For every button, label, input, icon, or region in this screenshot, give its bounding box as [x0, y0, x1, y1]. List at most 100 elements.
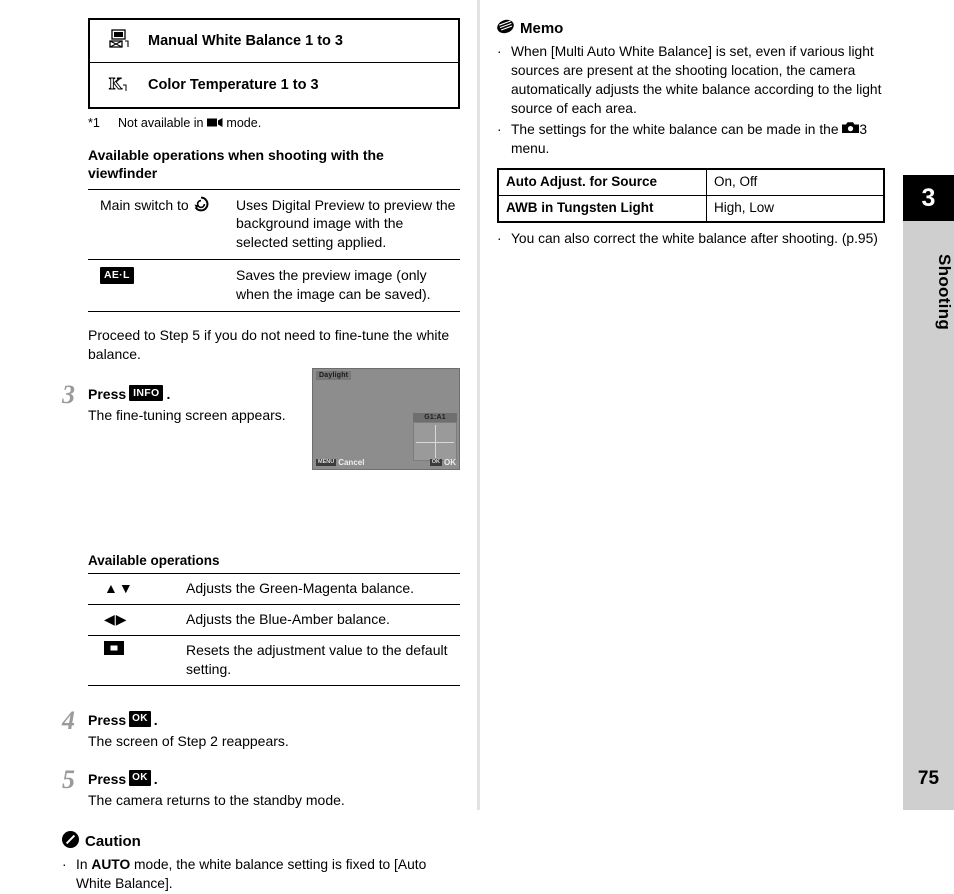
- svg-text:K: K: [109, 74, 123, 93]
- lcd-button-bar: MENU Cancel OK OK: [313, 458, 459, 467]
- table-row: Main switch to Uses Digital Preview to p…: [88, 189, 460, 260]
- wb-type-label: Color Temperature 1 to 3: [148, 77, 319, 93]
- table-row: AE·L Saves the preview image (only when …: [88, 260, 460, 312]
- bullet: ·: [497, 231, 502, 247]
- lcd-adjust-grid: [413, 422, 457, 461]
- page-number: 75: [917, 768, 940, 789]
- table-row: K Color Temperature 1 to 3: [89, 63, 459, 109]
- step-body: The screen of Step 2 reappears.: [88, 732, 289, 749]
- step-5: 5 Press OK . The camera returns to the s…: [62, 765, 462, 810]
- manual-page: Manual White Balance 1 to 3 K Color Temp…: [0, 0, 954, 891]
- digital-preview-dial-icon: [193, 196, 209, 217]
- ael-button-icon: AE·L: [100, 267, 134, 284]
- lcd-wb-mode-label: Daylight: [316, 371, 352, 380]
- bullet: ·: [497, 121, 502, 137]
- footnote-mark: *1: [88, 116, 100, 130]
- step-number: 3: [62, 379, 75, 409]
- table-row: Resets the adjustment value to the defau…: [88, 635, 460, 685]
- chapter-label: Shooting: [935, 253, 954, 331]
- operation-description: Resets the adjustment value to the defau…: [186, 641, 448, 677]
- camera-menu-icon: [842, 121, 860, 140]
- caution-list: · In AUTO mode, the white balance settin…: [62, 856, 462, 894]
- column-divider: [477, 0, 480, 810]
- manual-white-balance-icon: [89, 19, 138, 63]
- auto-mode-label: AUTO: [91, 857, 131, 873]
- caution-text: In AUTO mode, the white balance setting …: [76, 856, 462, 894]
- footnote-text: Not available in mode.: [118, 116, 262, 131]
- step-title-prefix: Press: [88, 711, 127, 728]
- bullet: ·: [497, 44, 502, 59]
- setting-values: High, Low: [706, 195, 885, 223]
- step-number: 4: [62, 705, 75, 735]
- list-item: · The settings for the white balance can…: [497, 121, 895, 159]
- left-right-arrows-icon: ◀▶: [88, 605, 186, 636]
- movie-mode-icon: [206, 117, 223, 131]
- memo-text-prefix: The settings for the white balance can b…: [511, 121, 839, 137]
- lcd-cancel-button: MENU Cancel: [316, 458, 364, 467]
- table-row: ▲▼ Adjusts the Green-Magenta balance.: [88, 574, 460, 605]
- operation-key-text: Main switch to: [100, 196, 189, 213]
- caution-heading: Caution: [85, 833, 141, 851]
- memo-text: You can also correct the white balance a…: [511, 231, 878, 247]
- viewfinder-operations-table: Main switch to Uses Digital Preview to p…: [88, 188, 460, 312]
- step-title-suffix: .: [153, 770, 158, 787]
- info-button-icon: INFO: [129, 384, 164, 402]
- operation-description: Adjusts the Green-Magenta balance.: [186, 580, 415, 597]
- green-button-icon: [88, 635, 186, 685]
- memo-list: · When [Multi Auto White Balance] is set…: [497, 43, 895, 158]
- step-title-suffix: .: [166, 386, 171, 402]
- white-balance-types-table: Manual White Balance 1 to 3 K Color Temp…: [88, 18, 460, 109]
- lcd-adjust-value: G1:A1: [413, 413, 457, 422]
- menu-number: 3: [859, 121, 868, 137]
- ok-key-icon: OK: [429, 458, 442, 467]
- up-down-arrows-icon: ▲▼: [88, 574, 186, 605]
- operation-description: Uses Digital Preview to preview the back…: [236, 196, 456, 251]
- step-title-suffix: .: [153, 711, 158, 728]
- step-title-prefix: Press: [88, 386, 127, 402]
- memo-list-continued: · You can also correct the white balance…: [497, 230, 895, 249]
- chapter-side-tab: 3 Shooting 75: [903, 175, 954, 810]
- step-title: Press OK .: [88, 710, 462, 728]
- list-item: · When [Multi Auto White Balance] is set…: [497, 43, 895, 119]
- chapter-number: 3: [903, 175, 954, 221]
- ok-button-icon: OK: [129, 710, 151, 727]
- list-item: · In AUTO mode, the white balance settin…: [62, 856, 462, 894]
- memo-header: Memo: [497, 18, 895, 39]
- arrow-pair-label: ◀▶: [104, 611, 128, 628]
- lcd-ok-button: OK OK: [429, 458, 456, 467]
- right-column: Memo · When [Multi Auto White Balance] i…: [497, 18, 895, 249]
- list-item: · You can also correct the white balance…: [497, 230, 895, 249]
- memo-text: When [Multi Auto White Balance] is set, …: [511, 44, 882, 116]
- operation-description: Adjusts the Blue-Amber balance.: [186, 611, 390, 628]
- memo-text-suffix: menu.: [511, 140, 550, 156]
- table-row: Auto Adjust. for Source On, Off: [497, 168, 885, 197]
- lcd-cancel-label: Cancel: [338, 458, 365, 467]
- step-body: The camera returns to the standby mode.: [88, 791, 345, 808]
- footnote: *1 Not available in mode.: [88, 116, 462, 131]
- setting-name: AWB in Tungsten Light: [497, 195, 707, 223]
- caution-header: Caution: [62, 831, 462, 852]
- table-row: Manual White Balance 1 to 3: [89, 19, 459, 63]
- table-row: AWB in Tungsten Light High, Low: [497, 195, 885, 223]
- table-row: ◀▶ Adjusts the Blue-Amber balance.: [88, 605, 460, 636]
- arrow-pair-label: ▲▼: [104, 580, 134, 597]
- operation-key: Main switch to: [88, 189, 232, 260]
- fine-tune-operations-table: ▲▼ Adjusts the Green-Magenta balance. ◀▶…: [88, 573, 460, 686]
- caution-text-prefix: In: [76, 857, 88, 873]
- camera-lcd-preview: Daylight G1:A1 MENU Cancel OK OK: [312, 368, 460, 470]
- lcd-ok-label: OK: [444, 458, 456, 467]
- memo-text: The settings for the white balance can b…: [511, 121, 895, 159]
- bullet: ·: [62, 857, 67, 873]
- step-title-prefix: Press: [88, 770, 127, 787]
- ok-button-icon: OK: [129, 769, 151, 786]
- memo-icon: [497, 18, 514, 39]
- wb-type-label: Manual White Balance 1 to 3: [138, 19, 459, 63]
- color-temperature-k-icon: K: [89, 63, 138, 109]
- setting-name: Auto Adjust. for Source: [497, 168, 707, 197]
- lcd-adjust-widget: G1:A1: [413, 413, 457, 461]
- white-balance-settings-table: Auto Adjust. for Source On, Off AWB in T…: [497, 168, 885, 224]
- operation-description: Saves the preview image (only when the i…: [236, 267, 431, 303]
- menu-key-icon: MENU: [316, 458, 337, 467]
- proceed-paragraph: Proceed to Step 5 if you do not need to …: [88, 326, 450, 362]
- caution-icon: [62, 831, 79, 852]
